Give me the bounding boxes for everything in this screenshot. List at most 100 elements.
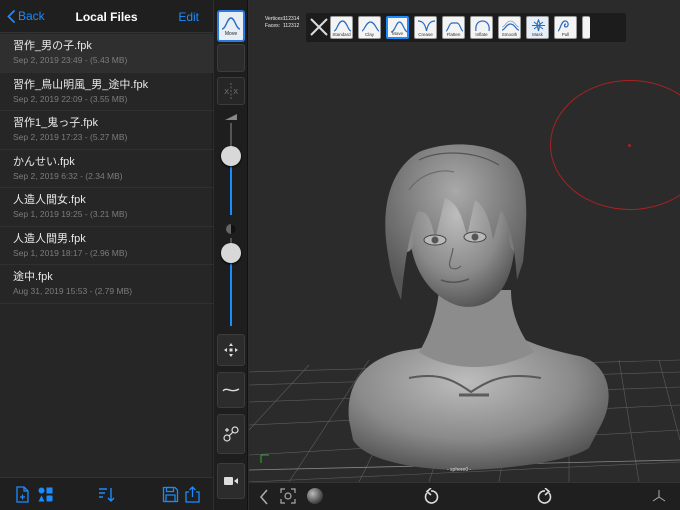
svg-text:x: x: [224, 87, 230, 97]
brush-more[interactable]: [582, 16, 590, 39]
empty-tool-slot[interactable]: [217, 44, 245, 72]
focus-icon[interactable]: [280, 488, 296, 504]
faces-label: Faces:: [265, 23, 281, 29]
vertices-count: 112314: [283, 16, 300, 22]
stroke-button[interactable]: [217, 372, 245, 408]
chevron-left-icon[interactable]: [258, 488, 270, 506]
file-name: 習作_鳥山明風_男_途中.fpk: [13, 78, 149, 91]
scene: [249, 144, 680, 482]
file-meta: Sep 2, 2019 23:49 - (5.43 MB): [13, 55, 128, 65]
back-label: Back: [18, 9, 45, 23]
intensity-icon: [226, 224, 236, 234]
smooth-brush-icon: [501, 20, 520, 31]
stroke-icon: [222, 388, 240, 392]
svg-text:x: x: [233, 87, 239, 97]
active-tool-button[interactable]: Move: [217, 10, 245, 42]
undo-icon[interactable]: [422, 488, 440, 506]
file-name: 習作1_鬼っ子.fpk: [13, 117, 98, 129]
crease-brush-icon: [417, 20, 436, 32]
move-brush-icon: [221, 17, 241, 30]
brush-label: Flatten: [446, 32, 461, 37]
close-brush-bar-icon[interactable]: [309, 17, 329, 37]
file-list-item[interactable]: かんせい.fpk Sep 2, 2019 6:32 - (2.34 MB): [0, 150, 213, 188]
brush-label: Move: [391, 31, 403, 36]
brush-smooth[interactable]: Smooth: [498, 16, 521, 39]
pull-brush-icon: [557, 20, 569, 32]
object-name-label: - sphere0 -: [447, 467, 472, 473]
file-name: 習作_男の子.fpk: [13, 40, 92, 52]
symmetry-button[interactable]: xx: [217, 77, 245, 105]
viewport-toolbar: [249, 482, 680, 510]
brush-label: Pull: [561, 32, 570, 37]
radius-icon: [225, 114, 237, 120]
brush-flatten[interactable]: Flatten: [442, 16, 465, 39]
inflate-brush-icon: [475, 20, 490, 32]
pick-button[interactable]: [217, 414, 245, 454]
file-list-item[interactable]: 習作1_鬼っ子.fpk Sep 2, 2019 17:23 - (5.27 MB…: [0, 111, 213, 150]
brush-pull[interactable]: Pull: [554, 16, 577, 39]
flatten-brush-icon: [445, 22, 464, 32]
file-list-item[interactable]: 人造人間女.fpk Sep 1, 2019 19:25 - (3.21 MB): [0, 188, 213, 227]
3d-viewport[interactable]: Vertices:112314 Faces: 112312 Standard Cl…: [249, 0, 680, 482]
radius-slider-knob[interactable]: [221, 146, 241, 167]
brush-move[interactable]: Move: [386, 16, 409, 39]
mask-brush-icon: [532, 19, 545, 32]
file-list-item[interactable]: 途中.fpk Aug 31, 2019 15:53 - (2.79 MB): [0, 265, 213, 304]
tool-sidebar: Move xx: [214, 0, 248, 510]
back-button[interactable]: Back: [7, 9, 45, 23]
save-icon[interactable]: [162, 486, 179, 503]
file-name: 途中.fpk: [13, 271, 53, 283]
brush-standard[interactable]: Standard: [330, 16, 353, 39]
active-tool-label: Move: [224, 31, 238, 37]
video-camera-icon: [224, 477, 238, 485]
brush-inflate[interactable]: Inflate: [470, 16, 493, 39]
brush-label: Smooth: [501, 32, 518, 37]
transform-button[interactable]: [217, 334, 245, 366]
axis-gizmo-icon[interactable]: [651, 488, 667, 504]
file-meta: Aug 31, 2019 15:53 - (2.79 MB): [13, 286, 133, 296]
file-meta: Sep 1, 2019 19:25 - (3.21 MB): [13, 209, 128, 219]
faces-count: 112312: [283, 23, 300, 29]
file-name: かんせい.fpk: [13, 155, 75, 168]
new-document-icon[interactable]: [14, 486, 31, 503]
file-meta: Sep 2, 2019 17:23 - (5.27 MB): [13, 132, 128, 142]
grid-view-icon[interactable]: [37, 486, 54, 503]
file-meta: Sep 2, 2019 6:32 - (2.34 MB): [13, 170, 123, 181]
file-meta: Sep 2, 2019 22:09 - (3.55 MB): [13, 93, 128, 104]
file-actions-bar: [0, 477, 213, 510]
brush-label: Crease: [418, 32, 433, 37]
file-list: 習作_男の子.fpk Sep 2, 2019 23:49 - (5.43 MB)…: [0, 34, 213, 304]
clay-brush-icon: [361, 21, 380, 32]
file-browser-panel: Back Local Files Edit 習作_男の子.fpk Sep 2, …: [0, 0, 213, 510]
sort-icon[interactable]: [98, 486, 115, 503]
chevron-left-icon: [7, 9, 15, 23]
navigation-bar: Back Local Files Edit: [0, 0, 213, 33]
intensity-slider-fill: [230, 252, 232, 326]
redo-icon[interactable]: [536, 488, 554, 506]
brush-clay[interactable]: Clay: [358, 16, 381, 39]
file-list-item[interactable]: 人造人間男.fpk Sep 1, 2019 18:17 - (2.96 MB): [0, 227, 213, 265]
brush-label: Standard: [332, 32, 351, 37]
file-list-item[interactable]: 習作_鳥山明風_男_途中.fpk Sep 2, 2019 22:09 - (3.…: [0, 73, 213, 111]
picker-icon: [223, 426, 239, 442]
mesh-stats: Vertices:112314 Faces: 112312: [265, 16, 299, 30]
camera-button[interactable]: [217, 463, 245, 499]
move-arrows-icon: [224, 343, 238, 357]
standard-brush-icon: [333, 20, 352, 32]
brush-center-dot: [628, 144, 631, 147]
symmetry-icon: xx: [224, 83, 239, 99]
vertices-label: Vertices:: [265, 16, 285, 22]
file-name: 人造人間男.fpk: [13, 232, 86, 245]
material-sphere-icon[interactable]: [305, 486, 325, 506]
file-list-item[interactable]: 習作_男の子.fpk Sep 2, 2019 23:49 - (5.43 MB): [0, 34, 213, 73]
file-meta: Sep 1, 2019 18:17 - (2.96 MB): [13, 247, 128, 258]
brush-mask[interactable]: Mask: [526, 16, 549, 39]
brush-label: Mask: [532, 32, 543, 37]
brush-label: Inflate: [475, 32, 488, 37]
intensity-slider-knob[interactable]: [221, 242, 241, 263]
share-icon[interactable]: [184, 486, 201, 503]
file-name: 人造人間女.fpk: [13, 194, 86, 206]
brush-label: Clay: [364, 32, 374, 37]
edit-button[interactable]: Edit: [178, 10, 199, 24]
brush-crease[interactable]: Crease: [414, 16, 437, 39]
